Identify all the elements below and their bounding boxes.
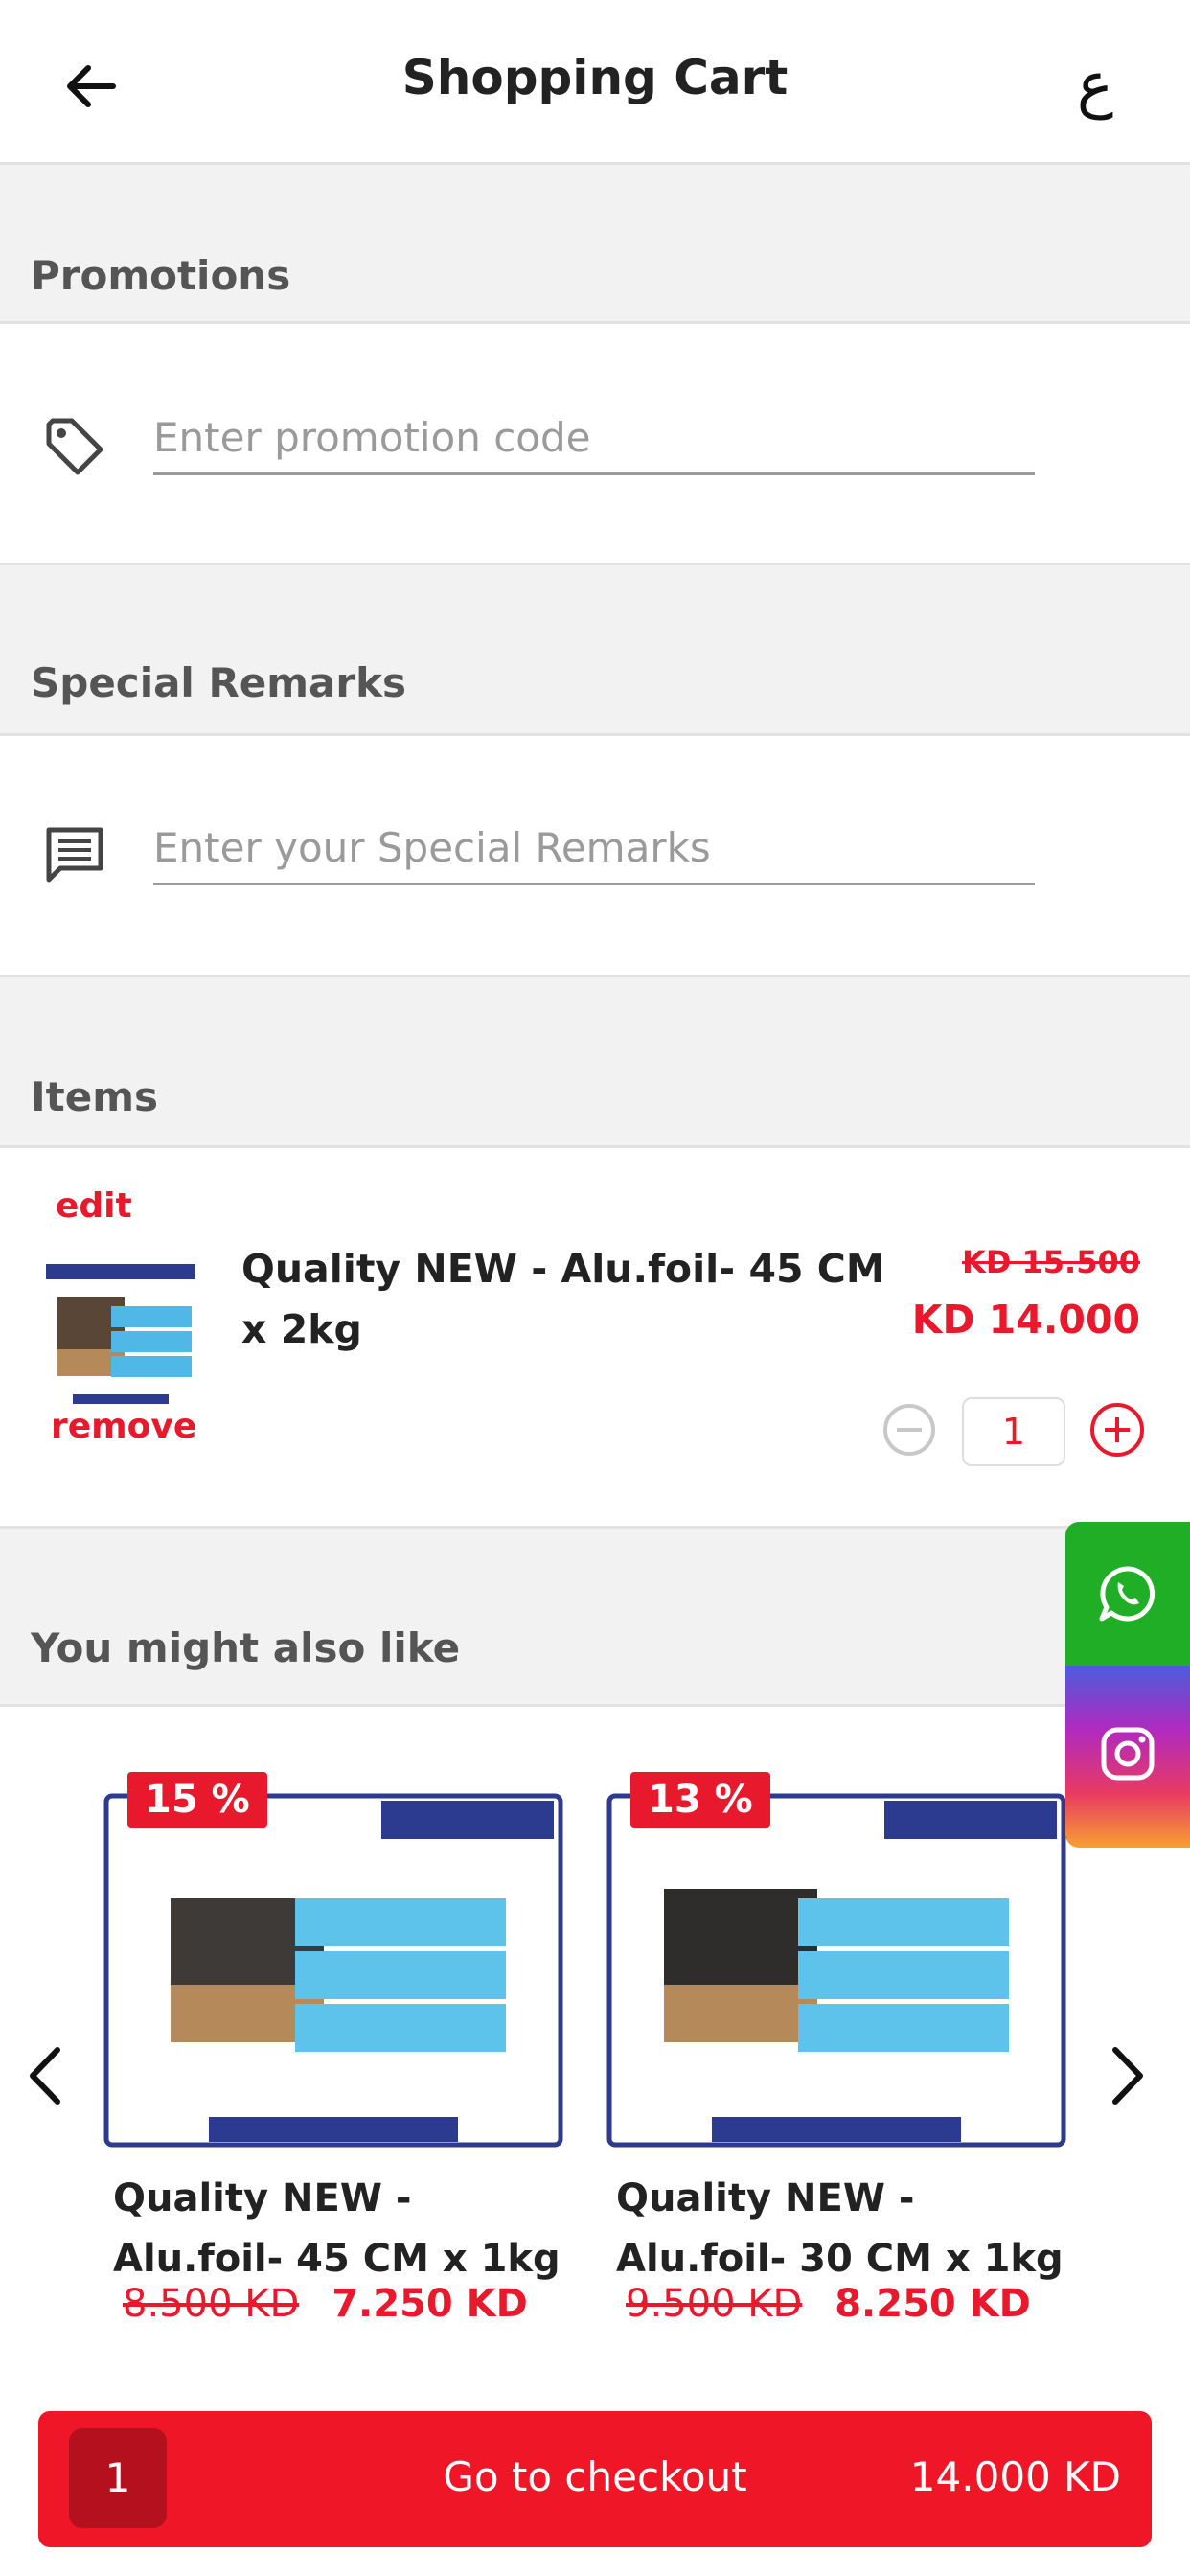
quantity-value[interactable]: 1 [962, 1397, 1065, 1466]
items-section-header: Items [0, 978, 1190, 1145]
page-title: Shopping Cart [401, 50, 789, 105]
instagram-icon [1101, 1727, 1155, 1781]
checkout-bar: 1 Go to checkout 14.000 KD [0, 2394, 1190, 2576]
product-name: Quality NEW - Alu.foil- 45 CM x 1kg [113, 2176, 561, 2281]
product-old-price: 9.500 KD [626, 2282, 803, 2326]
chevron-left-icon[interactable] [21, 2042, 69, 2109]
tag-icon [46, 418, 103, 475]
checkout-total: 14.000 KD [909, 2453, 1121, 2500]
product-price: 7.250 KD [332, 2282, 528, 2326]
whatsapp-button[interactable] [1065, 1522, 1190, 1666]
discount-badge: 15 % [127, 1772, 267, 1828]
chevron-right-icon[interactable] [1104, 2042, 1152, 2109]
product-prices: 9.500 KD 8.250 KD [626, 2282, 1031, 2326]
item-old-price: KD 15.500 [962, 1244, 1140, 1280]
product-name: Quality NEW - Alu.foil- 30 CM x 1kg [616, 2176, 1064, 2281]
product-image [103, 1793, 563, 2148]
comment-icon [46, 827, 103, 883]
edit-item-button[interactable]: edit [56, 1186, 132, 1226]
recommendations-heading: You might also like [31, 1624, 461, 1671]
whatsapp-icon [1099, 1566, 1156, 1622]
product-image [606, 1793, 1066, 2148]
items-heading: Items [31, 1073, 158, 1120]
promotion-card [0, 321, 1190, 565]
checkout-button[interactable]: 1 Go to checkout 14.000 KD [38, 2411, 1152, 2547]
minus-circle-icon[interactable] [881, 1402, 937, 1458]
product-price: 8.250 KD [835, 2282, 1031, 2326]
plus-circle-icon[interactable] [1088, 1401, 1146, 1459]
remarks-heading: Special Remarks [31, 659, 407, 706]
remove-item-button[interactable]: remove [51, 1407, 196, 1446]
item-thumbnail [46, 1264, 195, 1406]
remarks-card [0, 733, 1190, 978]
discount-badge: 13 % [630, 1772, 770, 1828]
recommendations-section-header: You might also like [0, 1529, 1190, 1704]
special-remarks-input[interactable] [153, 813, 1035, 886]
product-old-price: 8.500 KD [123, 2282, 300, 2326]
item-name[interactable]: Quality NEW - Alu.foil- 45 CM x 2kg [241, 1239, 912, 1360]
cart-item: edit Quality NEW - Alu.foil- 45 CM x 2kg… [0, 1145, 1190, 1529]
promotions-section-header: Promotions [0, 168, 1190, 321]
app-header: Shopping Cart ع [0, 0, 1190, 165]
recommendations-carousel: 15 % Quality NEW - Alu.foil- 45 CM x 1kg… [0, 1704, 1190, 2404]
promotion-code-input[interactable] [153, 402, 1035, 475]
language-toggle-button[interactable]: ع [1077, 50, 1113, 121]
promotions-heading: Promotions [31, 252, 291, 299]
item-price: KD 14.000 [911, 1297, 1140, 1343]
remarks-section-header: Special Remarks [0, 565, 1190, 733]
product-prices: 8.500 KD 7.250 KD [123, 2282, 528, 2326]
instagram-button[interactable] [1065, 1666, 1190, 1848]
